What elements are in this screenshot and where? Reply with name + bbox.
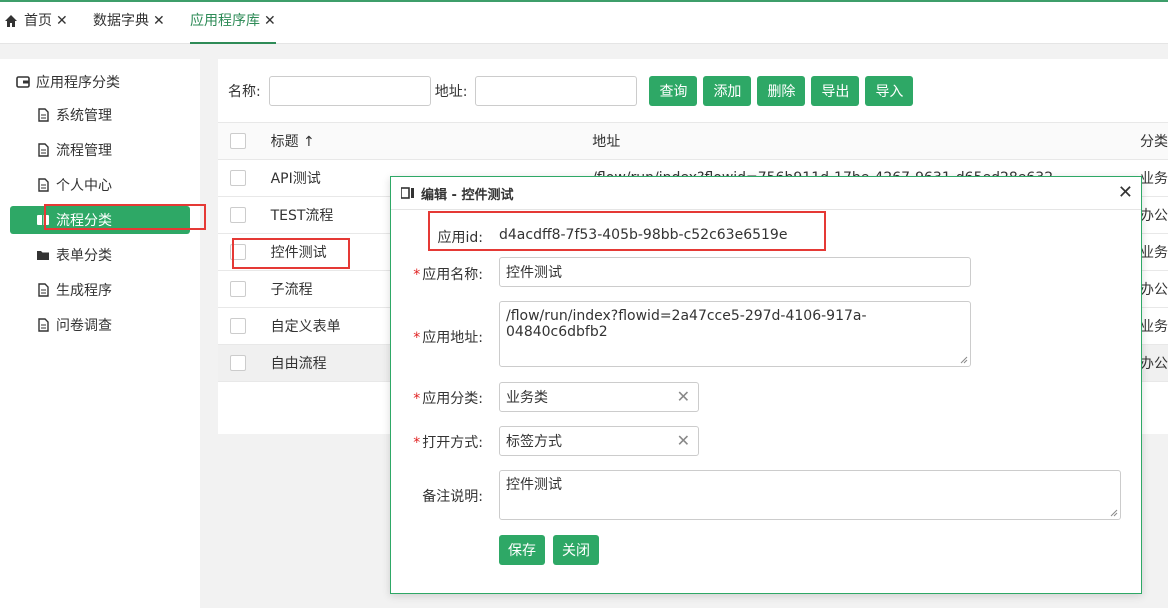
row-category: 办公类 — [1139, 196, 1168, 234]
tree-item-label: 问卷调查 — [56, 318, 112, 334]
tree-root-label: 应用程序分类 — [36, 75, 120, 91]
dialog-title: 编辑 - 控件测试 — [421, 187, 514, 203]
tree-item-label: 个人中心 — [56, 178, 112, 194]
category-column-header[interactable]: 分类 — [1139, 122, 1168, 160]
document-icon — [38, 178, 49, 192]
document-icon — [38, 108, 49, 122]
document-icon — [38, 283, 49, 297]
app-address-textarea[interactable]: /flow/run/index?flowid=2a47cce5-297d-410… — [499, 301, 971, 367]
home-icon — [5, 15, 17, 27]
delete-button[interactable]: 删除 — [757, 76, 806, 106]
app-category-select[interactable]: 业务类 ✕ — [499, 382, 699, 412]
open-mode-value: 标签方式 — [506, 434, 562, 450]
add-button[interactable]: 添加 — [703, 76, 752, 106]
app-category-label: * 应用分类: — [413, 391, 483, 407]
tree-item-label: 表单分类 — [56, 248, 112, 264]
folder-icon — [37, 251, 49, 260]
clear-icon[interactable]: ✕ — [677, 431, 690, 450]
tab-data-dictionary[interactable]: 数据字典 ✕ — [93, 12, 165, 42]
open-mode-select[interactable]: 标签方式 ✕ — [499, 426, 699, 456]
app-category-value: 业务类 — [506, 390, 548, 406]
resize-grip-icon[interactable] — [960, 356, 968, 364]
highlight-box — [428, 211, 826, 251]
tab-bar: 首页 ✕ 数据字典 ✕ 应用程序库 ✕ — [0, 0, 1168, 44]
row-checkbox[interactable] — [230, 355, 246, 371]
notes-value: 控件测试 — [506, 477, 562, 493]
row-category: 办公类 — [1139, 270, 1168, 308]
search-bar: 名称: 地址: 查询 添加 删除 导出 导入 — [228, 76, 914, 106]
highlight-box — [44, 204, 206, 230]
clear-icon[interactable]: ✕ — [677, 387, 690, 406]
form-icon — [401, 187, 414, 199]
tree-item-label: 生成程序 — [56, 283, 112, 299]
tree-item-label: 流程管理 — [56, 143, 112, 159]
row-checkbox[interactable] — [230, 170, 246, 186]
import-button[interactable]: 导入 — [865, 76, 914, 106]
tab-label: 应用程序库 — [190, 13, 260, 29]
tree-item-personal[interactable]: 个人中心 — [36, 171, 112, 199]
close-icon[interactable]: ✕ — [264, 12, 276, 30]
row-checkbox[interactable] — [230, 318, 246, 334]
close-icon[interactable]: ✕ — [1118, 183, 1133, 203]
tree-item-generate[interactable]: 生成程序 — [36, 276, 112, 304]
row-category: 业务类 — [1139, 307, 1168, 345]
open-mode-label: * 打开方式: — [413, 435, 483, 451]
document-icon — [38, 143, 49, 157]
category-tree: 应用程序分类 系统管理 流程管理 个人中心 流程分类 表单分类 生成程序 问卷调… — [0, 59, 200, 608]
query-button[interactable]: 查询 — [649, 76, 698, 106]
close-icon[interactable]: ✕ — [56, 12, 68, 30]
tab-home[interactable]: 首页 ✕ — [4, 12, 68, 42]
row-checkbox[interactable] — [230, 281, 246, 297]
tab-label: 首页 — [24, 13, 52, 29]
app-address-value: /flow/run/index?flowid=2a47cce5-297d-410… — [506, 308, 867, 340]
row-checkbox[interactable] — [230, 207, 246, 223]
address-search-input[interactable] — [475, 76, 638, 106]
select-all-checkbox[interactable] — [230, 133, 246, 149]
row-category: 办公类 — [1139, 344, 1168, 382]
name-label: 名称: — [228, 84, 261, 100]
close-button[interactable]: 关闭 — [553, 535, 599, 565]
sort-up-icon: ↑ — [303, 134, 315, 150]
tree-item-system[interactable]: 系统管理 — [36, 101, 112, 129]
address-label: 地址: — [434, 84, 468, 100]
wallet-icon — [16, 76, 30, 88]
tree-item-form-category[interactable]: 表单分类 — [36, 241, 112, 269]
tree-item-survey[interactable]: 问卷调查 — [36, 311, 112, 339]
table-header: 标题 ↑ 地址 分类 — [218, 122, 1168, 160]
notes-textarea[interactable]: 控件测试 — [499, 470, 1121, 520]
tree-root[interactable]: 应用程序分类 — [16, 72, 120, 92]
resize-grip-icon[interactable] — [1110, 509, 1118, 517]
save-button[interactable]: 保存 — [499, 535, 545, 565]
tree-item-label: 系统管理 — [56, 108, 112, 124]
document-icon — [38, 318, 49, 332]
close-icon[interactable]: ✕ — [153, 12, 165, 30]
address-column-header[interactable]: 地址 — [592, 122, 1140, 160]
highlight-box — [232, 238, 350, 269]
notes-label: 备注说明: — [422, 489, 483, 505]
export-button[interactable]: 导出 — [811, 76, 860, 106]
tree-item-flow[interactable]: 流程管理 — [36, 136, 112, 164]
row-category: 业务类 — [1139, 233, 1168, 271]
app-name-label: * 应用名称: — [413, 267, 483, 283]
title-column-header[interactable]: 标题 ↑ — [261, 122, 593, 160]
name-search-input[interactable] — [268, 76, 431, 106]
dialog-header: 编辑 - 控件测试 — [391, 177, 1141, 210]
app-name-input[interactable]: 控件测试 — [499, 257, 971, 287]
row-category: 业务类 — [1139, 159, 1168, 197]
tab-label: 数据字典 — [93, 13, 149, 29]
app-address-label: * 应用地址: — [413, 330, 483, 346]
tab-app-library[interactable]: 应用程序库 ✕ — [190, 12, 276, 44]
